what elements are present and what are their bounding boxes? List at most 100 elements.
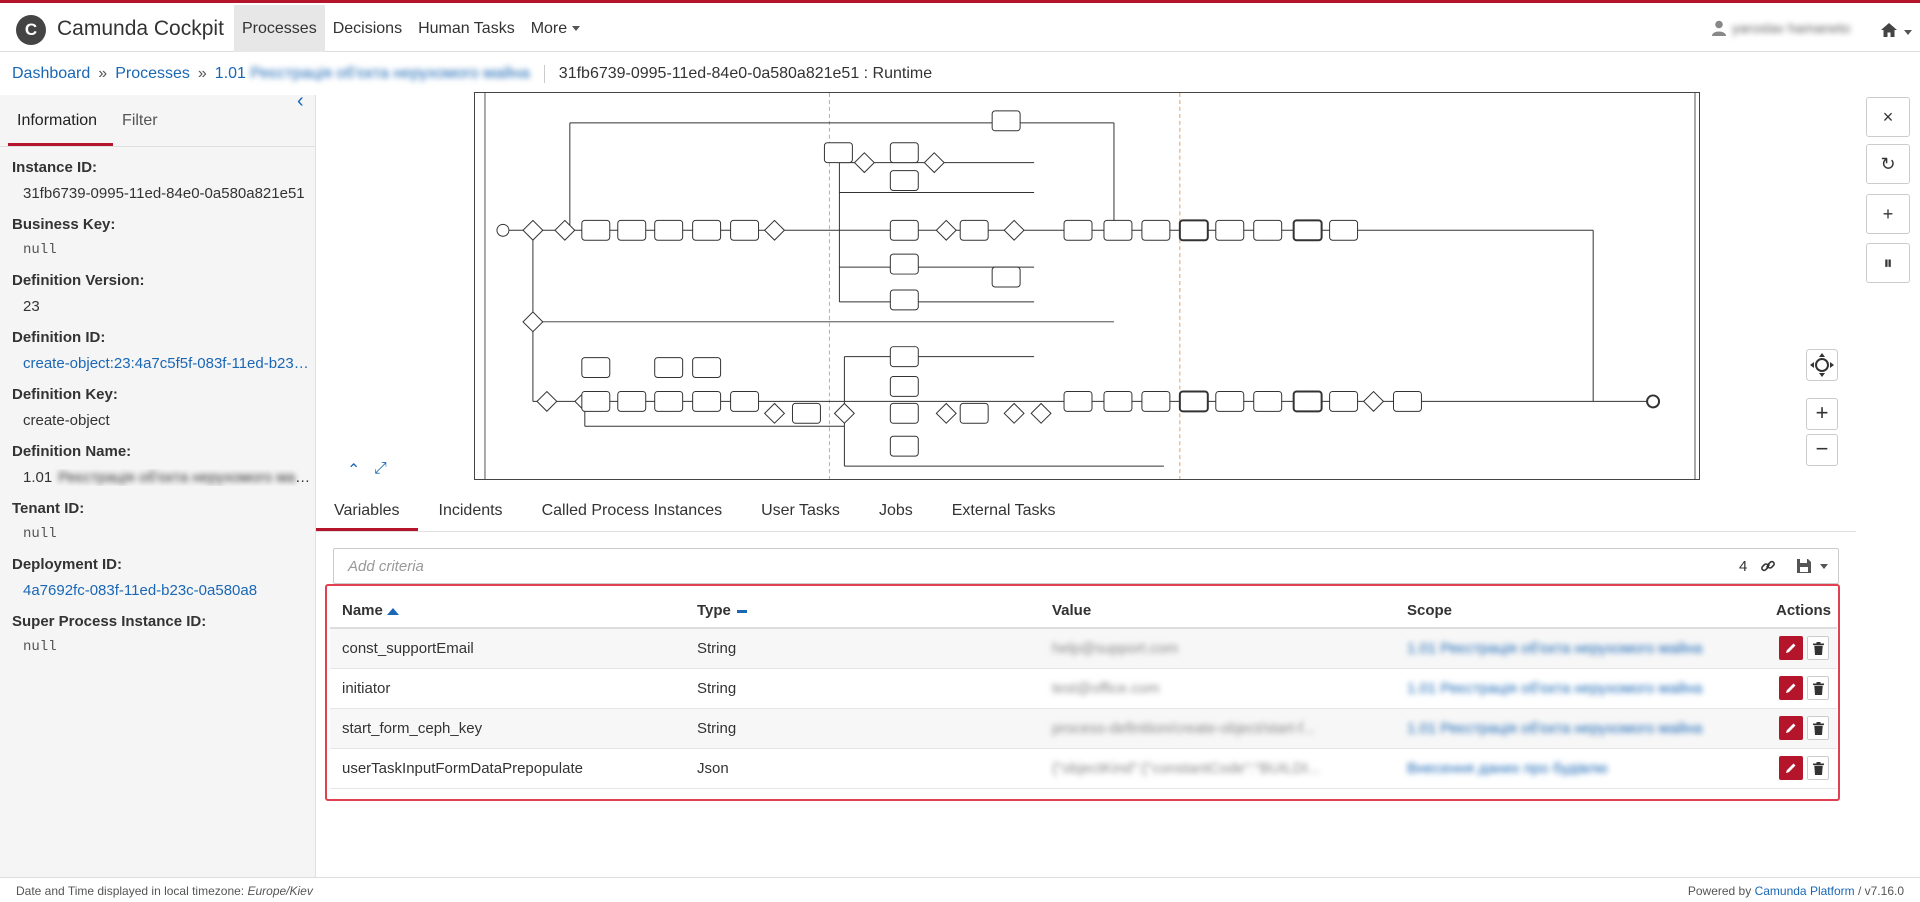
column-header-type[interactable]: Type (685, 594, 1040, 629)
timezone-label: Date and Time displayed in local timezon… (16, 884, 245, 898)
variable-scope-link[interactable]: Внесення даних про будівлю (1407, 760, 1608, 777)
variable-actions (1750, 748, 1837, 789)
column-header-actions: Actions (1750, 594, 1837, 629)
edit-variable-button[interactable] (1779, 756, 1803, 780)
variable-type: String (685, 708, 1040, 749)
variable-scope-link[interactable]: 1.01 Реєстрація об'єкта нерухомого майна (1407, 720, 1702, 737)
variable-scope[interactable]: 1.01 Реєстрація об'єкта нерухомого майна (1395, 668, 1750, 709)
instance-info-list: Instance ID: 31fb6739-0995-11ed-84e0-0a58… (0, 147, 315, 655)
info-value-text: 1.01 (23, 469, 53, 486)
variable-value[interactable]: {"objectKind":{"constantCode":"BUILDI... (1040, 748, 1395, 789)
variable-actions (1750, 708, 1837, 749)
info-label: Business Key: (12, 216, 116, 233)
table-row: userTaskInputFormDataPrepopulate Json {"ob… (330, 748, 1837, 789)
breadcrumb-divider (543, 65, 545, 83)
delete-variable-button[interactable] (1807, 636, 1829, 661)
tab-filter[interactable]: Filter (113, 105, 174, 146)
variable-scope-link[interactable]: 1.01 Реєстрація об'єкта нерухомого майна (1407, 680, 1702, 697)
close-diagram-button[interactable]: × (1866, 97, 1910, 137)
info-label: Definition Name: (12, 443, 132, 460)
fit-to-screen-icon[interactable] (1806, 349, 1838, 381)
app-brand[interactable]: Camunda Cockpit (57, 17, 224, 41)
chevron-left-icon[interactable]: ‹ (297, 90, 304, 113)
delete-variable-button[interactable] (1807, 716, 1829, 740)
zoom-out-button[interactable]: − (1806, 434, 1838, 466)
variable-actions (1750, 628, 1837, 669)
delete-variable-button[interactable] (1807, 676, 1829, 700)
sidebar: Information Filter Instance ID: 31fb6739-… (0, 95, 316, 877)
info-label: Deployment ID: (12, 556, 123, 573)
add-button[interactable]: + (1866, 194, 1910, 234)
bpmn-diagram-canvas (484, 93, 1696, 479)
camunda-platform-link[interactable]: Camunda Platform (1755, 884, 1855, 898)
info-value-text: 23 (23, 298, 40, 315)
tab-user-tasks[interactable]: User Tasks (743, 494, 858, 531)
tab-variables[interactable]: Variables (316, 494, 418, 531)
trash-icon (1812, 761, 1824, 775)
variable-value[interactable]: process-definition/create-object/start-f… (1040, 708, 1395, 749)
refresh-button[interactable]: ↻ (1866, 144, 1910, 184)
pencil-icon (1786, 643, 1796, 654)
version-label: / v7.16.0 (1857, 884, 1904, 898)
detail-tabs: Variables Incidents Called Process Insta… (316, 494, 1856, 532)
chevron-down-icon[interactable] (1820, 564, 1828, 569)
trash-icon (1812, 681, 1824, 695)
info-value[interactable]: 4a7692fc-083f-11ed-b23c-0a580a8 (23, 582, 313, 599)
breadcrumb-process-definition[interactable]: 1.01 Реєстрація об'єкта нерухомого майна (215, 65, 530, 83)
info-label: Instance ID: (12, 159, 98, 176)
info-value: null (23, 242, 313, 258)
tab-jobs[interactable]: Jobs (861, 494, 931, 531)
variable-value[interactable]: help@support.com (1040, 628, 1395, 669)
variable-scope[interactable]: 1.01 Реєстрація об'єкта нерухомого майна (1395, 708, 1750, 749)
table-row: start_form_ceph_key String process-definit… (330, 708, 1837, 749)
variable-value[interactable]: test@office.com (1040, 668, 1395, 709)
expand-icon[interactable]: ⤢ (374, 460, 387, 478)
chevron-down-icon (1904, 30, 1912, 35)
edit-variable-button[interactable] (1779, 716, 1803, 740)
variable-actions (1750, 668, 1837, 709)
zoom-in-button[interactable]: + (1806, 398, 1838, 430)
chevron-up-icon[interactable]: ⌃ (347, 460, 360, 480)
variable-type: String (685, 628, 1040, 669)
link-icon[interactable] (1760, 558, 1776, 574)
tab-external-tasks[interactable]: External Tasks (934, 494, 1074, 531)
delete-variable-button[interactable] (1807, 756, 1829, 780)
breadcrumb-processes[interactable]: Processes (115, 65, 190, 83)
trash-icon (1812, 721, 1824, 735)
nav-more-dropdown[interactable]: More (523, 5, 588, 52)
variable-scope-link[interactable]: 1.01 Реєстрація об'єкта нерухомого майна (1407, 640, 1702, 657)
variable-name: userTaskInputFormDataPrepopulate (330, 748, 685, 789)
camunda-logo-icon[interactable]: C (16, 15, 46, 45)
sort-none-icon (736, 609, 747, 613)
pause-button[interactable]: ⏸ (1866, 243, 1910, 283)
info-value-text: null (23, 526, 57, 542)
tab-incidents[interactable]: Incidents (421, 494, 521, 531)
breadcrumb-separator: » (98, 65, 108, 82)
user-menu[interactable]: yaroslav hamaneto (1712, 20, 1850, 36)
sort-ascending-icon (386, 607, 399, 615)
tab-called-process-instances[interactable]: Called Process Instances (524, 494, 741, 531)
nav-processes[interactable]: Processes (234, 5, 325, 52)
main-nav: Processes Decisions Human Tasks More (234, 5, 588, 52)
column-header-name[interactable]: Name (330, 594, 685, 629)
variable-scope[interactable]: Внесення даних про будівлю (1395, 748, 1750, 789)
variable-scope[interactable]: 1.01 Реєстрація об'єкта нерухомого майна (1395, 628, 1750, 669)
criteria-search-input[interactable]: Add criteria 4 (333, 548, 1839, 584)
save-icon[interactable] (1796, 558, 1812, 574)
edit-variable-button[interactable] (1779, 636, 1803, 661)
info-value[interactable]: create-object:23:4a7c5f5f-083f-11ed-b23c… (23, 355, 313, 372)
breadcrumb-dashboard[interactable]: Dashboard (12, 65, 90, 83)
edit-variable-button[interactable] (1779, 676, 1803, 700)
info-value-text: 31fb6739-0995-11ed-84e0-0a580a821e51 (23, 185, 305, 202)
info-label: Definition Key: (12, 386, 118, 403)
home-icon[interactable] (1880, 22, 1898, 38)
trash-icon (1812, 641, 1824, 655)
tab-information[interactable]: Information (8, 105, 114, 146)
variable-value-text: process-definition/create-object/start-f… (1052, 719, 1316, 737)
info-value-redacted: Реєстрація об'єкта нерухомого майна (58, 469, 313, 486)
nav-human-tasks[interactable]: Human Tasks (410, 5, 523, 52)
variable-value-text: help@support.com (1052, 639, 1179, 657)
nav-decisions[interactable]: Decisions (325, 5, 410, 52)
bpmn-diagram[interactable] (474, 92, 1700, 480)
result-count: 4 (1739, 558, 1748, 575)
